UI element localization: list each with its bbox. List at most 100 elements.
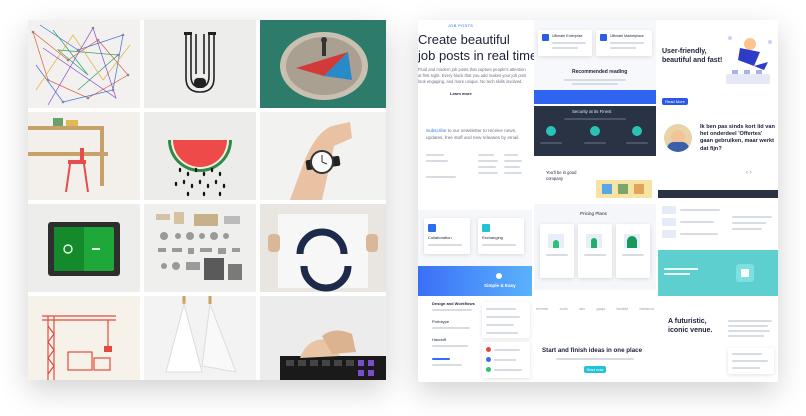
lamps-graphic [165, 296, 237, 373]
hero-title-line2: job posts in real time. [418, 48, 541, 63]
enterprise-card[interactable]: Ultimate Enterprise [538, 30, 592, 56]
exchanging-icon [482, 224, 490, 232]
partner-logo: stix [579, 306, 586, 311]
data-table-section [658, 200, 778, 248]
pricing-section: Pricing Plans [534, 204, 656, 290]
collaboration-card[interactable]: Collaboration [424, 218, 470, 254]
teal-integration-section [658, 250, 778, 296]
read-more-button[interactable]: Read More [662, 98, 688, 105]
table-thumbnail [662, 218, 676, 226]
partner-logos-row: mmme zorix stix gaqo tsmbbi behamo [536, 306, 654, 311]
start-now-button[interactable]: Start now [584, 366, 606, 373]
tile-desk-chair [28, 112, 140, 200]
partner-logo: gaqo [596, 306, 606, 311]
cards-section: Ultimate Enterprise Ultimate Marketplace… [534, 20, 656, 90]
venue-form-card[interactable] [728, 348, 774, 374]
start-finish-heading: Start and finish ideas in one place [542, 347, 643, 354]
lock-icon [546, 126, 556, 136]
tile-knolling-parts [144, 204, 256, 292]
recommended-heading: Recommended reading [572, 69, 628, 75]
carousel-arrows[interactable]: ‹ › [746, 170, 752, 176]
user-friendly-line1: User-friendly, [662, 48, 707, 55]
dark-nav-strip [658, 190, 778, 198]
prototype-title: Prototype [432, 319, 450, 324]
tile-green-switch [28, 204, 140, 292]
pricing-heading: Pricing Plans [580, 211, 607, 216]
tile-string-art [28, 20, 140, 108]
plant-icon [591, 238, 597, 248]
company-heading: You'll be in good company [546, 170, 577, 181]
testimonial-section: Ik ben pas sinds kort lid van het onderd… [658, 116, 778, 188]
handshake-u-graphic [184, 32, 216, 93]
subscribe-text: Subscribe to our newsletter to receive n… [426, 128, 526, 141]
mock-list-card [482, 302, 530, 338]
testimonial-quote: Ik ben pas sinds kort lid van het onderd… [700, 124, 775, 152]
table-thumbnail [662, 230, 676, 238]
collaboration-icon [428, 224, 436, 232]
photo-collage-panel [28, 20, 386, 380]
badge-icon [496, 273, 502, 279]
hero-title-line1: Create beautiful [418, 32, 510, 47]
hero-section: JOB POSTS Create beautiful job posts in … [418, 20, 541, 124]
subscribe-section: Subscribe to our newsletter to receive n… [418, 124, 532, 210]
enterprise-card-title: Ultimate Enterprise [552, 34, 583, 38]
design-workflow-title: Design and Workflows [432, 301, 475, 306]
partner-logo: tsmbbi [616, 306, 629, 311]
user-friendly-section: User-friendly, beautiful and fast! Read … [658, 20, 778, 106]
tile-hands-keyboard [260, 296, 386, 380]
watermelon-graphic [168, 140, 232, 197]
switch-graphic [48, 222, 120, 276]
astronaut-illustration [726, 36, 772, 84]
partner-logo: zorix [559, 306, 568, 311]
marketplace-icon [600, 34, 607, 41]
security-section: Security at its Finest [534, 106, 656, 156]
start-finish-section: mmme zorix stix gaqo tsmbbi behamo Start… [534, 292, 656, 382]
futuristic-line2: iconic venue. [668, 327, 713, 334]
plant-icon [553, 240, 559, 248]
collaboration-label: Collaboration [428, 235, 452, 240]
plan-card-basic[interactable] [540, 224, 574, 278]
table-thumbnail [662, 206, 676, 214]
parts-graphic [156, 212, 242, 280]
plan-card-pro[interactable] [578, 224, 612, 278]
string-art-graphic [31, 24, 131, 106]
gradient-banner: Simple & Easy [418, 266, 532, 296]
testimonial-avatar [664, 124, 692, 152]
desk-chair-graphic [28, 112, 140, 200]
ui-kit-collage-panel: JOB POSTS Create beautiful job posts in … [418, 20, 778, 382]
workflows-section: Design and Workflows Prototype Handoff [418, 298, 532, 382]
tile-handshake-u [144, 20, 256, 108]
exchanging-card[interactable]: Exchanging [478, 218, 524, 254]
features-section: Collaboration Exchanging [418, 210, 532, 266]
key-icon [632, 126, 642, 136]
futuristic-line1: A futuristic, [668, 318, 707, 325]
exchanging-label: Exchanging [482, 235, 503, 240]
simple-easy-label: Simple & Easy [484, 283, 516, 288]
handoff-title: Handoff [432, 337, 446, 342]
circle-poster-graphic [268, 214, 378, 292]
hands-keyboard-graphic [280, 330, 386, 380]
paper-plane-graphic [260, 20, 386, 108]
marketplace-card[interactable]: Ultimate Marketplace [596, 30, 652, 56]
shield-icon [590, 126, 600, 136]
tile-white-lamps [144, 296, 256, 380]
tile-crane-illustration [28, 296, 140, 380]
user-friendly-line2: beautiful and fast! [662, 57, 723, 64]
company-section: You'll be in good company [534, 158, 656, 202]
tile-watermelon [144, 112, 256, 200]
hero-body: Fluid and modern job posts that capture … [418, 67, 527, 84]
tile-circle-poster [260, 204, 386, 292]
plan-card-enterprise[interactable] [616, 224, 650, 278]
hero-tag: JOB POSTS [448, 23, 474, 28]
subscribe-link[interactable]: Subscribe [426, 128, 446, 133]
plant-icon [627, 236, 637, 248]
app-icon [736, 264, 754, 282]
marketplace-card-title: Ultimate Marketplace [610, 34, 644, 38]
venue-section: A futuristic, iconic venue. [658, 298, 778, 382]
partner-logo: mmme [536, 306, 549, 311]
crane-graphic [42, 315, 116, 380]
company-photo [596, 180, 652, 198]
wristwatch-graphic [290, 122, 352, 200]
hero-learn-more-link[interactable]: Learn more [450, 92, 472, 96]
tile-paper-plane [260, 20, 386, 108]
